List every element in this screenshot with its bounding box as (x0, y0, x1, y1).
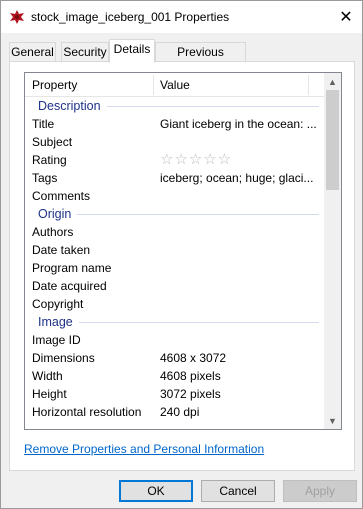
property-value[interactable]: Giant iceberg in the ocean: ... (160, 115, 320, 133)
table-row[interactable]: Tags iceberg; ocean; huge; glaci... (25, 169, 324, 187)
close-icon: ✕ (339, 9, 353, 26)
property-name: Authors (32, 225, 74, 239)
property-value[interactable]: 240 dpi (160, 403, 320, 421)
property-name: Rating (32, 153, 67, 167)
property-name: Height (32, 387, 67, 401)
property-name: Width (32, 369, 63, 383)
details-panel: Property Value Description Title Giant ic… (9, 61, 355, 471)
column-header-property[interactable]: Property (25, 73, 153, 97)
tab-previous-versions[interactable]: Previous Versions (155, 42, 246, 77)
table-row[interactable]: Authors (25, 223, 324, 241)
group-label: Image (38, 313, 79, 331)
property-name: Horizontal resolution (32, 405, 142, 419)
group-header-description: Description (25, 97, 324, 115)
scrollbar-thumb[interactable] (326, 90, 339, 190)
property-name: Dimensions (32, 351, 95, 365)
window-title: stock_image_iceberg_001 Properties (31, 10, 230, 24)
column-divider[interactable] (308, 75, 309, 95)
property-name: Tags (32, 171, 58, 185)
table-row[interactable]: Height 3072 pixels (25, 385, 324, 403)
list-rows: Description Title Giant iceberg in the oc… (25, 97, 324, 421)
property-name: Copyright (32, 297, 84, 311)
property-name: Subject (32, 135, 73, 149)
vertical-scrollbar[interactable]: ▲ ▼ (324, 73, 341, 429)
table-row[interactable]: Title Giant iceberg in the ocean: ... (25, 115, 324, 133)
close-button[interactable]: ✕ (330, 1, 362, 33)
group-label: Description (38, 97, 107, 115)
property-name: Comments (32, 189, 91, 203)
group-label: Origin (38, 205, 78, 223)
properties-dialog: stock_image_iceberg_001 Properties ✕ Gen… (0, 0, 363, 509)
property-name: Image ID (32, 333, 81, 347)
properties-list[interactable]: Property Value Description Title Giant ic… (24, 72, 342, 430)
tab-strip: General Security Details Previous Versio… (9, 39, 355, 77)
apply-button[interactable]: Apply (283, 480, 357, 502)
scroll-up-icon[interactable]: ▲ (324, 73, 341, 90)
group-divider (38, 322, 319, 323)
tab-security[interactable]: Security (61, 42, 109, 62)
property-name: Title (32, 117, 55, 131)
table-row[interactable]: Horizontal resolution 240 dpi (25, 403, 324, 421)
table-row[interactable]: Subject (25, 133, 324, 151)
cancel-button[interactable]: Cancel (201, 480, 275, 502)
group-divider (38, 214, 319, 215)
property-name: Date acquired (32, 279, 107, 293)
column-header-value[interactable]: Value (153, 73, 308, 97)
property-value[interactable]: 3072 pixels (160, 385, 320, 403)
property-value[interactable]: 4608 x 3072 (160, 349, 320, 367)
group-header-image: Image (25, 313, 324, 331)
scroll-down-icon[interactable]: ▼ (324, 412, 341, 429)
table-row[interactable]: Copyright (25, 295, 324, 313)
table-row[interactable]: Date acquired (25, 277, 324, 295)
table-row[interactable]: Width 4608 pixels (25, 367, 324, 385)
tab-details[interactable]: Details (109, 39, 155, 63)
image-file-icon (9, 9, 25, 25)
list-header: Property Value (25, 73, 324, 97)
table-row[interactable]: Rating ☆☆☆☆☆ (25, 151, 324, 169)
ok-button[interactable]: OK (119, 480, 193, 502)
property-name: Program name (32, 261, 112, 275)
remove-properties-link[interactable]: Remove Properties and Personal Informati… (24, 442, 264, 456)
table-row[interactable]: Image ID (25, 331, 324, 349)
table-row[interactable]: Date taken (25, 241, 324, 259)
table-row[interactable]: Dimensions 4608 x 3072 (25, 349, 324, 367)
group-header-origin: Origin (25, 205, 324, 223)
tab-general[interactable]: General (9, 42, 56, 62)
table-row[interactable]: Comments (25, 187, 324, 205)
rating-stars[interactable]: ☆☆☆☆☆ (160, 151, 232, 169)
property-name: Date taken (32, 243, 91, 257)
property-value[interactable]: iceberg; ocean; huge; glaci... (160, 169, 320, 187)
table-row[interactable]: Program name (25, 259, 324, 277)
title-bar: stock_image_iceberg_001 Properties ✕ (1, 1, 362, 33)
property-value[interactable]: 4608 pixels (160, 367, 320, 385)
